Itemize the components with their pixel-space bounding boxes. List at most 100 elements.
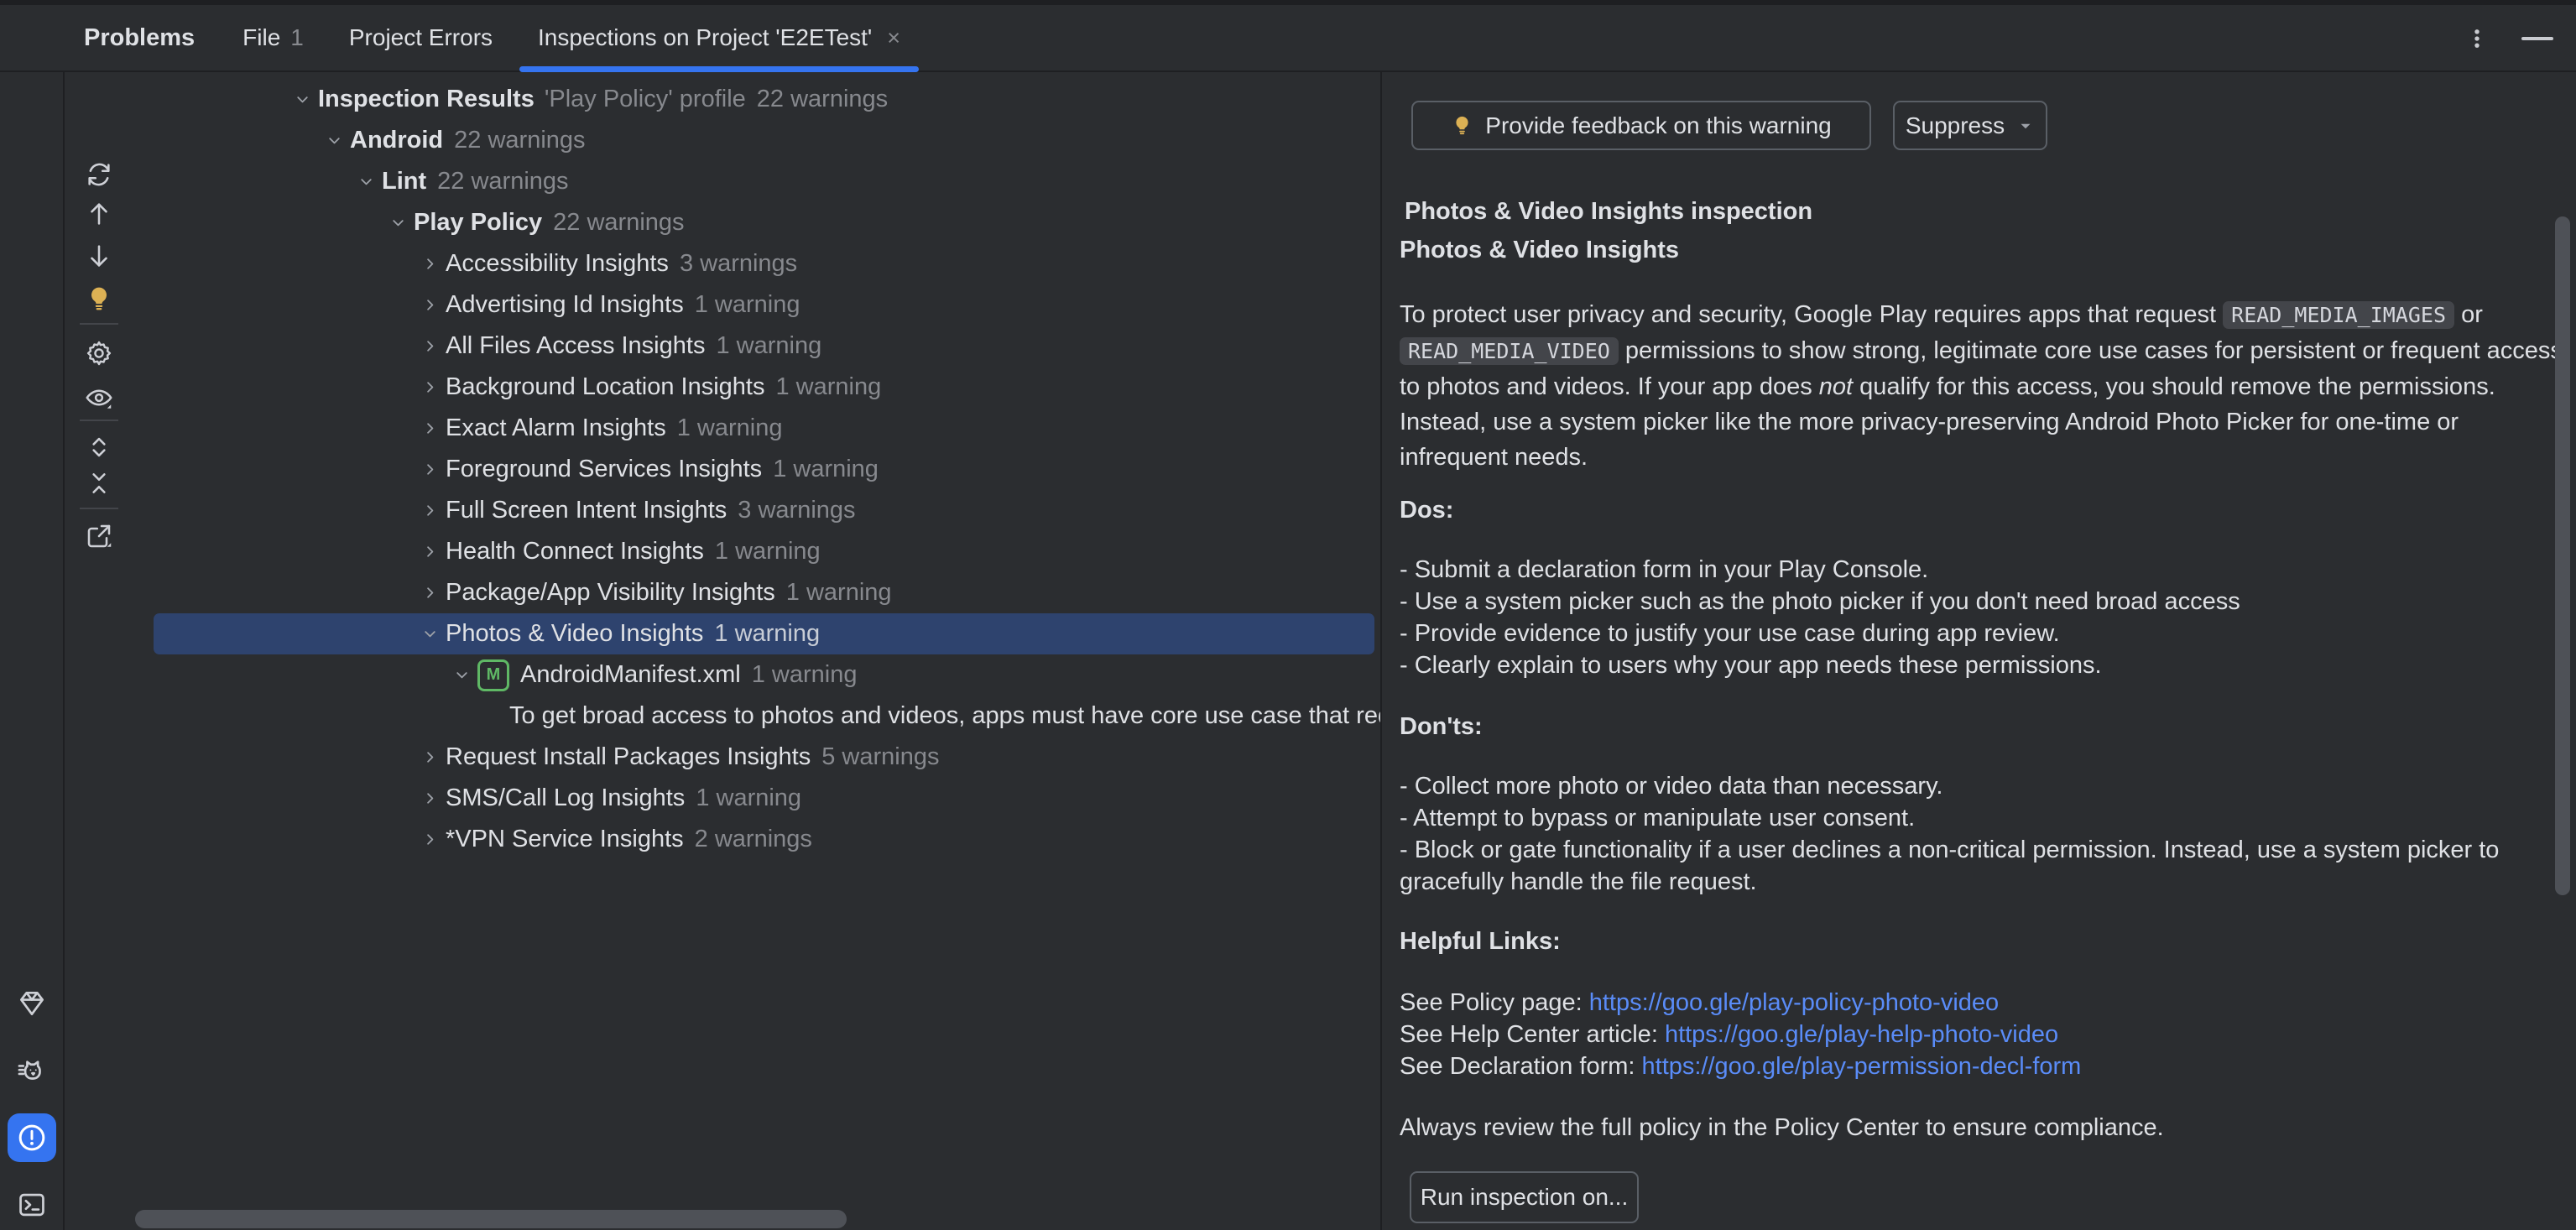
chevron-right-icon[interactable] (414, 583, 446, 602)
tree-row-label: Full Screen Intent Insights (446, 497, 727, 524)
tree-row[interactable]: MAndroidManifest.xml1 warning (132, 654, 1380, 696)
arrow-up-icon[interactable] (84, 199, 114, 229)
tree-row-label: Lint (382, 168, 426, 195)
tree-row[interactable]: All Files Access Insights 1 warning (132, 326, 1380, 367)
tree-row[interactable]: Exact Alarm Insights1 warning (132, 408, 1380, 449)
helpful-link[interactable]: https://goo.gle/play-help-photo-video (1665, 1021, 2058, 1048)
tree-row-warning-count: 22 warnings (454, 127, 585, 154)
tree-row-label: Package/App Visibility Insights (446, 579, 775, 607)
chevron-right-icon[interactable] (414, 542, 446, 561)
horizontal-scrollbar-thumb[interactable] (135, 1210, 847, 1228)
chevron-right-icon[interactable] (414, 460, 446, 479)
chevron-right-icon[interactable] (414, 789, 446, 808)
tree-row[interactable]: *VPN Service Insights 2 warnings (132, 819, 1380, 860)
link-prefix: See Policy page: (1400, 989, 1589, 1016)
tree-row[interactable]: Package/App Visibility Insights 1 warning (132, 572, 1380, 613)
inspection-toolbar (66, 72, 132, 1230)
problems-icon[interactable] (8, 1113, 56, 1162)
settings-gear-icon[interactable] (84, 338, 114, 368)
tree-row-label: Android (350, 127, 443, 154)
tree-row-warning-count: 3 warnings (680, 250, 797, 278)
provide-feedback-button[interactable]: Provide feedback on this warning (1411, 101, 1871, 150)
tree-row-label: Inspection Results (318, 86, 534, 113)
chevron-down-icon[interactable] (382, 213, 414, 232)
chevron-down-icon (2016, 117, 2035, 135)
tree-row-warning-count: 1 warning (775, 373, 881, 401)
tree-row-warning-count: 22 warnings (553, 209, 684, 237)
collapse-all-icon[interactable] (84, 468, 114, 498)
tab-project-errors[interactable]: Project Errors (326, 5, 515, 70)
chevron-right-icon[interactable] (414, 295, 446, 315)
refresh-icon[interactable] (84, 159, 114, 190)
tab-file[interactable]: File 1 (220, 5, 326, 70)
emphasis-text: not (1819, 373, 1853, 400)
tree-row-warning-count: 1 warning (716, 332, 821, 360)
helpful-link[interactable]: https://goo.gle/play-permission-decl-for… (1642, 1053, 2082, 1080)
tree-row[interactable]: SMS/Call Log Insights1 warning (132, 778, 1380, 819)
permission-code-chip: READ_MEDIA_VIDEO (1400, 337, 1619, 365)
chevron-right-icon[interactable] (414, 254, 446, 274)
tree-row-warning-count: 1 warning (695, 291, 800, 319)
chevron-right-icon[interactable] (414, 378, 446, 397)
chevron-down-icon[interactable] (446, 665, 477, 685)
tree-row[interactable]: Accessibility Insights3 warnings (132, 243, 1380, 284)
tree-row[interactable]: Full Screen Intent Insights3 warnings (132, 490, 1380, 531)
logcat-cat-icon[interactable] (16, 1055, 48, 1087)
tree-row[interactable]: Health Connect Insights1 warning (132, 531, 1380, 572)
dos-heading: Dos: (1400, 494, 2566, 526)
helpful-links-heading: Helpful Links: (1400, 925, 2566, 957)
tree-row[interactable]: Background Location Insights 1 warning (132, 367, 1380, 408)
tree-row[interactable]: Inspection Results'Play Policy' profile2… (132, 79, 1380, 120)
run-inspection-button[interactable]: Run inspection on... (1410, 1171, 1639, 1223)
tree-row-label: Background Location Insights (446, 373, 764, 401)
minimize-icon[interactable] (2521, 35, 2554, 42)
tree-row[interactable]: Lint22 warnings (132, 161, 1380, 202)
tree-row-warning-count: 1 warning (786, 579, 892, 607)
tree-row[interactable]: To get broad access to photos and videos… (132, 696, 1380, 737)
chevron-right-icon[interactable] (414, 501, 446, 520)
donts-heading: Don'ts: (1400, 711, 2566, 743)
suppress-button[interactable]: Suppress (1893, 101, 2047, 150)
link-prefix: See Help Center article: (1400, 1021, 1665, 1048)
tab-inspections-on-project[interactable]: Inspections on Project 'E2ETest' × (515, 5, 923, 70)
preview-eye-icon[interactable] (84, 383, 114, 413)
lightbulb-icon[interactable] (84, 284, 114, 314)
inspection-heading: Photos & Video Insights inspection (1400, 195, 2571, 227)
chevron-right-icon[interactable] (414, 748, 446, 767)
kebab-menu-icon[interactable] (2465, 27, 2489, 50)
donts-item: - Attempt to bypass or manipulate user c… (1400, 802, 2566, 834)
gem-icon[interactable] (16, 988, 48, 1019)
dos-list: - Submit a declaration form in your Play… (1400, 554, 2566, 681)
tree-row-label: SMS/Call Log Insights (446, 784, 685, 812)
active-tab-underline (519, 66, 919, 72)
tree-row[interactable]: Request Install Packages Insights5 warni… (132, 737, 1380, 778)
chevron-down-icon[interactable] (318, 131, 350, 150)
arrow-down-icon[interactable] (84, 241, 114, 271)
tree-row[interactable]: Foreground Services Insights1 warning (132, 449, 1380, 490)
close-tab-icon[interactable]: × (887, 25, 900, 51)
tree-row[interactable]: Play Policy22 warnings (132, 202, 1380, 243)
description-text: To protect user privacy and security, Go… (1400, 301, 2223, 328)
donts-item: - Block or gate functionality if a user … (1400, 834, 2566, 898)
chevron-down-icon[interactable] (286, 90, 318, 109)
terminal-icon[interactable] (16, 1189, 48, 1221)
tree-row-label: All Files Access Insights (446, 332, 705, 360)
export-icon[interactable] (84, 521, 114, 551)
lightbulb-icon (1451, 114, 1473, 137)
expand-all-icon[interactable] (84, 432, 114, 462)
tree-row-warning-count: 2 warnings (695, 826, 812, 853)
tree-row-warning-count: 1 warning (677, 414, 783, 442)
tree-row[interactable]: Android 22 warnings (132, 120, 1380, 161)
tree-row-label: *VPN Service Insights (446, 826, 684, 853)
inspection-details-panel: Provide feedback on this warning Suppres… (1382, 72, 2576, 1230)
helpful-link[interactable]: https://goo.gle/play-policy-photo-video (1589, 989, 1999, 1016)
chevron-down-icon[interactable] (350, 172, 382, 191)
chevron-down-icon[interactable] (414, 624, 446, 644)
chevron-right-icon[interactable] (414, 336, 446, 356)
header-tabs: File 1 Project Errors Inspections on Pro… (220, 5, 923, 70)
tree-row-selected[interactable]: Photos & Video Insights1 warning (154, 613, 1374, 654)
vertical-scrollbar-thumb[interactable] (2555, 216, 2570, 895)
tree-row[interactable]: Advertising Id Insights1 warning (132, 284, 1380, 326)
chevron-right-icon[interactable] (414, 419, 446, 438)
chevron-right-icon[interactable] (414, 830, 446, 849)
